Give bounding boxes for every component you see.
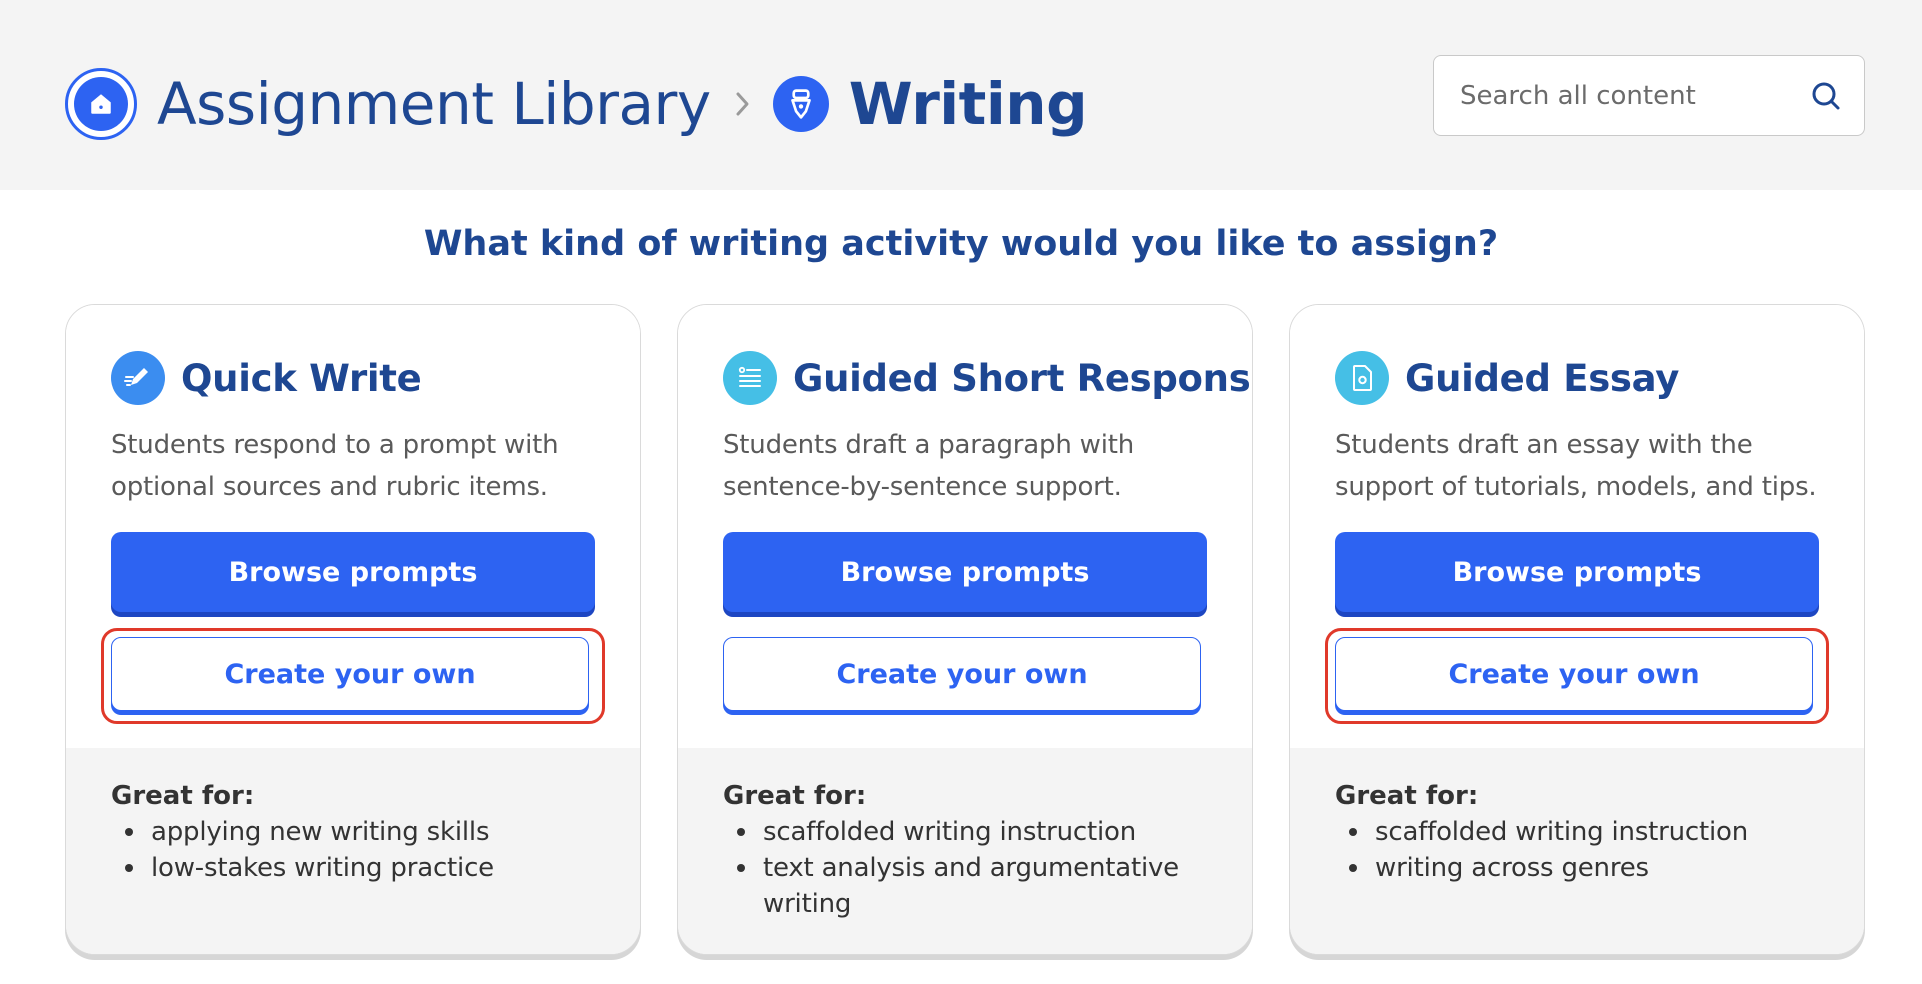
card-title: Guided Essay: [1405, 356, 1680, 400]
document-list-icon: [723, 351, 777, 405]
browse-prompts-button[interactable]: Browse prompts: [723, 532, 1207, 612]
page-header: Assignment Library Writing: [0, 0, 1922, 190]
browse-prompts-button[interactable]: Browse prompts: [1335, 532, 1819, 612]
list-item: writing across genres: [1335, 850, 1819, 886]
create-your-own-button[interactable]: Create your own: [1335, 637, 1813, 711]
search-icon[interactable]: [1810, 80, 1842, 112]
activity-question: What kind of writing activity would you …: [423, 224, 1499, 264]
card-description: Students draft an essay with the support…: [1335, 430, 1817, 502]
search-box[interactable]: [1433, 55, 1865, 136]
great-for-label: Great for:: [111, 781, 255, 811]
list-item: applying new writing skills: [111, 814, 595, 850]
great-for-label: Great for:: [1335, 781, 1479, 811]
great-for-section: Great for: applying new writing skills l…: [66, 748, 640, 954]
document-gear-icon: [1335, 351, 1389, 405]
card-description: Students draft a paragraph with sentence…: [723, 430, 1135, 502]
breadcrumb: Assignment Library Writing: [65, 65, 1088, 143]
list-item: scaffolded writing instruction: [723, 814, 1207, 850]
button-container: Create your own: [713, 628, 1217, 724]
create-your-own-button[interactable]: Create your own: [111, 637, 589, 711]
page-title: Writing: [848, 70, 1088, 138]
search-input[interactable]: [1460, 80, 1810, 111]
card-title: Quick Write: [181, 356, 422, 400]
breadcrumb-assignment-library[interactable]: Assignment Library: [157, 75, 711, 133]
card-guided-short-response: Guided Short Response Students draft a p…: [677, 304, 1253, 955]
card-title: Guided Short Response: [793, 356, 1253, 400]
browse-prompts-button[interactable]: Browse prompts: [111, 532, 595, 612]
create-your-own-button[interactable]: Create your own: [723, 637, 1201, 711]
great-for-section: Great for: scaffolded writing instructio…: [678, 748, 1252, 954]
card-description: Students respond to a prompt with option…: [111, 430, 559, 502]
pencil-icon: [111, 351, 165, 405]
great-for-label: Great for:: [723, 781, 867, 811]
card-quick-write: Quick Write Students respond to a prompt…: [65, 304, 641, 955]
card-guided-essay: Guided Essay Students draft an essay wit…: [1289, 304, 1865, 955]
highlight-outline: Create your own: [1325, 628, 1829, 724]
list-item: low-stakes writing practice: [111, 850, 595, 886]
list-item: text analysis and argumentative writing: [723, 850, 1207, 922]
chevron-right-icon: [735, 90, 751, 118]
list-item: scaffolded writing instruction: [1335, 814, 1819, 850]
highlight-outline: Create your own: [101, 628, 605, 724]
fountain-pen-icon: [772, 76, 829, 132]
home-icon[interactable]: [65, 68, 137, 140]
great-for-section: Great for: scaffolded writing instructio…: [1290, 748, 1864, 954]
